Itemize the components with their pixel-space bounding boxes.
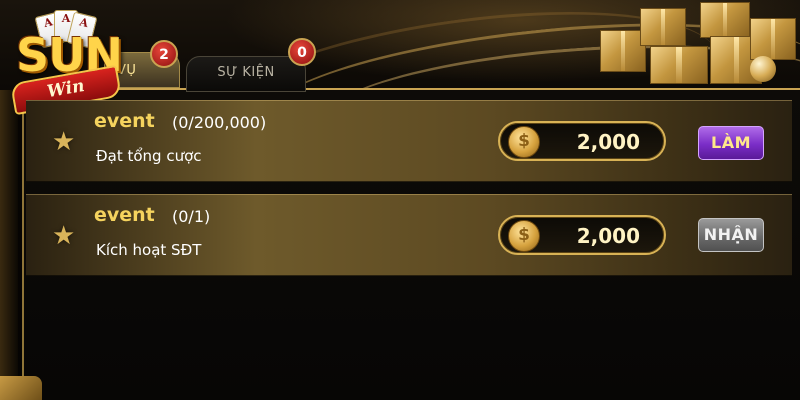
- app-screen: VỤ 2 SỰ KIỆN 0 A A A SUN Win ★ event (0/…: [0, 0, 800, 400]
- task-row: ★ event (0/1) Kích hoạt SĐT $ 2,000 NHẬN: [26, 194, 792, 276]
- reward-amount: 2,000: [576, 224, 640, 248]
- task-row: ★ event (0/200,000) Đạt tổng cược $ 2,00…: [26, 100, 792, 182]
- task-title: event: [94, 204, 155, 226]
- task-title: event: [94, 110, 155, 132]
- tab-events-label: SỰ KIỆN: [217, 65, 275, 80]
- gift-box: [700, 2, 750, 38]
- task-description: Kích hoạt SĐT: [96, 241, 202, 259]
- do-task-button[interactable]: LÀM: [698, 126, 764, 160]
- gold-ball: [750, 56, 776, 82]
- coin-icon: $: [508, 220, 540, 252]
- gift-box: [640, 8, 686, 46]
- star-icon: ★: [52, 127, 76, 157]
- tab-tasks-badge: 2: [150, 40, 178, 68]
- gift-box: [650, 46, 708, 84]
- tab-events-badge: 0: [288, 38, 316, 66]
- coin-icon: $: [508, 126, 540, 158]
- star-icon: ★: [52, 221, 76, 251]
- task-description: Đạt tổng cược: [96, 147, 202, 165]
- task-progress: (0/1): [172, 207, 211, 226]
- reward-pill: $ 2,000: [498, 121, 666, 161]
- sunwin-logo: A A A SUN Win: [10, 8, 130, 116]
- left-edge-decoration: [0, 90, 18, 390]
- reward-amount: 2,000: [576, 130, 640, 154]
- gift-corner-decoration: [0, 376, 42, 400]
- claim-reward-button[interactable]: NHẬN: [698, 218, 764, 252]
- task-progress: (0/200,000): [172, 113, 267, 132]
- gift-boxes-decoration: [590, 0, 800, 88]
- tab-events[interactable]: SỰ KIỆN: [186, 56, 306, 92]
- reward-pill: $ 2,000: [498, 215, 666, 255]
- gift-box: [750, 18, 796, 60]
